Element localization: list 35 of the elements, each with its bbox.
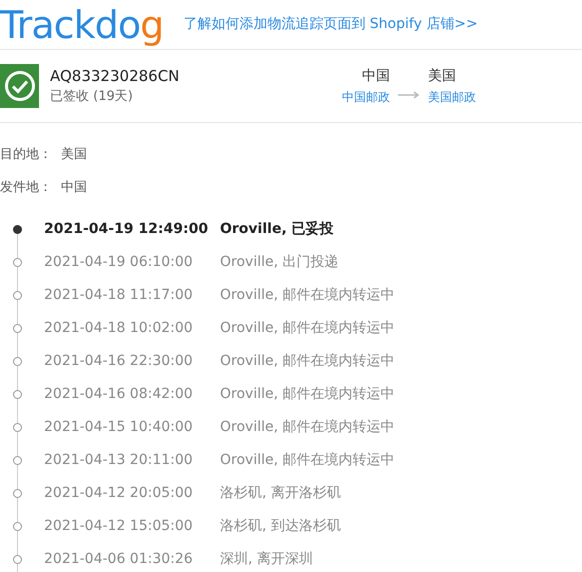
detail-value: 美国 [61,146,87,164]
event-time: 2021-04-12 15:05:00 [44,517,194,536]
detail-label: 发件地： [0,179,53,197]
event-time: 2021-04-19 12:49:00 [44,220,210,239]
event-time: 2021-04-18 10:02:00 [44,319,194,338]
event-time: 2021-04-12 20:05:00 [44,484,194,503]
check-circle-icon [4,70,36,102]
event-time: 2021-04-16 22:30:00 [44,352,194,371]
event-description: Oroville, 邮件在境内转运中 [220,385,395,404]
destination-country: 美国 [428,67,457,86]
event-description: 洛杉矶, 到达洛杉矶 [220,517,341,536]
event-time: 2021-04-16 08:42:00 [44,385,194,404]
event-description: Oroville, 邮件在境内转运中 [220,352,395,371]
event-time: 2021-04-19 06:10:00 [44,253,194,272]
shopify-link[interactable]: 了解如何添加物流追踪页面到 Shopify 店铺>> [183,14,478,35]
event-description: Oroville, 出门投递 [220,253,339,272]
event-time: 2021-04-06 01:30:26 [44,550,194,569]
event-description: 洛杉矶, 离开洛杉矶 [220,484,341,503]
arrow-icon [398,91,420,99]
tracking-number: AQ833230286CN [50,66,180,87]
event-description: Oroville, 邮件在境内转运中 [220,418,395,437]
detail-label: 目的地： [0,146,53,164]
event-description: Oroville, 已妥投 [220,220,334,239]
event-description: Oroville, 邮件在境内转运中 [220,319,395,338]
event-time: 2021-04-18 11:17:00 [44,286,194,305]
event-description: Oroville, 邮件在境内转运中 [220,451,395,470]
event-time: 2021-04-15 10:40:00 [44,418,194,437]
origin-carrier[interactable]: 中国邮政 [342,87,390,107]
origin-country: 中国 [362,67,390,86]
destination-carrier[interactable]: 美国邮政 [428,87,476,107]
detail-value: 中国 [61,179,87,197]
event-description: Oroville, 邮件在境内转运中 [220,286,395,305]
event-time: 2021-04-13 20:11:00 [44,451,194,470]
event-description: 深圳, 离开深圳 [220,550,313,569]
delivery-status: 已签收 (19天) [50,88,134,106]
